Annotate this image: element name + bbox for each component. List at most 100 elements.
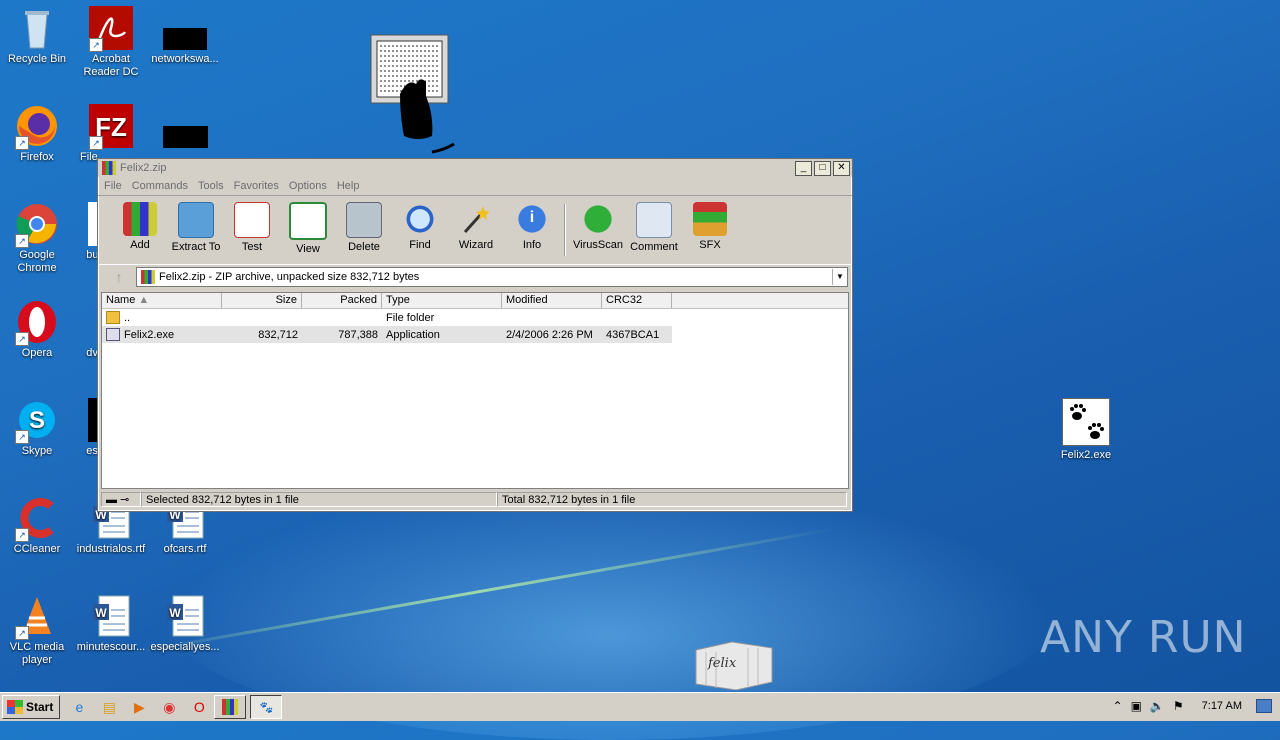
shortcut-arrow-icon: ↗ bbox=[15, 626, 29, 640]
action-center-flag-icon[interactable]: ⚑ bbox=[1173, 699, 1184, 713]
file-list[interactable]: Name ▲ Size Packed Type Modified CRC32 .… bbox=[101, 292, 849, 489]
windows-logo-icon bbox=[7, 700, 23, 714]
toolbar-add-button[interactable]: Add bbox=[112, 200, 168, 251]
column-name[interactable]: Name ▲ bbox=[102, 293, 222, 308]
word-document-icon: W bbox=[163, 594, 207, 638]
add-archive-icon bbox=[123, 202, 157, 236]
toolbar-test-button[interactable]: Test bbox=[224, 200, 280, 253]
column-packed[interactable]: Packed bbox=[302, 293, 382, 308]
file-explorer-icon[interactable]: ▤ bbox=[98, 696, 120, 718]
firefox-icon: ↗ bbox=[15, 104, 59, 150]
menu-favorites[interactable]: Favorites bbox=[234, 180, 279, 192]
magic-wand-icon bbox=[459, 202, 493, 236]
list-item-parent-folder[interactable]: .. File folder bbox=[102, 309, 848, 326]
system-tray: ⌃ ▣ 🔈 ⚑ 7:17 AM bbox=[1105, 695, 1280, 717]
desktop-icon-especiallyes[interactable]: W especiallyes... bbox=[148, 588, 222, 654]
toolbar: Add Extract To Test View Delete Find Wiz… bbox=[98, 195, 852, 265]
taskbar: Start e ▤ ▶ ◉ O 🐾 ⌃ ▣ 🔈 ⚑ 7:17 AM bbox=[0, 692, 1280, 721]
acrobat-icon: ↗ bbox=[89, 6, 133, 52]
window-titlebar[interactable]: Felix2.zip _ □ ✕ bbox=[98, 159, 852, 177]
desktop-icon-filezilla[interactable]: FZ ↗ File bbox=[74, 98, 148, 164]
start-button[interactable]: Start bbox=[2, 695, 61, 719]
shortcut-arrow-icon: ↗ bbox=[89, 38, 103, 52]
status-bar: ▬ ⊸ Selected 832,712 bytes in 1 file Tot… bbox=[101, 492, 847, 509]
paw-prints-icon bbox=[1062, 398, 1110, 446]
list-item-felix2-exe[interactable]: Felix2.exe 832,712 787,388 Application 2… bbox=[102, 326, 672, 343]
desktop-icon-firefox[interactable]: ↗ Firefox bbox=[0, 98, 74, 164]
toolbar-info-button[interactable]: i Info bbox=[504, 200, 560, 251]
media-player-icon[interactable]: ▶ bbox=[128, 696, 150, 718]
desktop-icon-recycle-bin[interactable]: Recycle Bin bbox=[0, 0, 74, 66]
menu-options[interactable]: Options bbox=[289, 180, 327, 192]
desktop-icon-acrobat[interactable]: ↗ Acrobat Reader DC bbox=[74, 0, 148, 79]
taskbar-winrar-button[interactable] bbox=[214, 695, 247, 719]
toolbar-find-button[interactable]: Find bbox=[392, 200, 448, 251]
ccleaner-icon: ↗ bbox=[15, 496, 59, 542]
trash-icon bbox=[346, 202, 382, 238]
opera-icon: ↗ bbox=[15, 300, 59, 346]
desktop-icon-vlc[interactable]: ↗ VLC media player bbox=[0, 588, 74, 667]
tray-expand-icon[interactable]: ⌃ bbox=[1113, 699, 1123, 713]
recycle-bin-icon bbox=[15, 6, 59, 50]
toolbar-wizard-button[interactable]: Wizard bbox=[448, 200, 504, 251]
toolbar-extract-button[interactable]: Extract To bbox=[168, 200, 224, 253]
menu-tools[interactable]: Tools bbox=[198, 180, 224, 192]
desktop-icon-skype[interactable]: S ↗ Skype bbox=[0, 392, 74, 458]
show-desktop-icon[interactable] bbox=[1256, 699, 1272, 713]
list-header: Name ▲ Size Packed Type Modified CRC32 bbox=[102, 293, 848, 309]
chrome-taskbar-icon[interactable]: ◉ bbox=[158, 696, 180, 718]
clipboard-check-icon bbox=[234, 202, 270, 238]
column-modified[interactable]: Modified bbox=[502, 293, 602, 308]
svg-text:W: W bbox=[95, 606, 107, 620]
menu-commands[interactable]: Commands bbox=[132, 180, 188, 192]
magnifier-icon bbox=[403, 202, 437, 236]
shortcut-arrow-icon: ↗ bbox=[15, 528, 29, 542]
redacted-icon bbox=[163, 126, 208, 148]
skype-icon: S ↗ bbox=[15, 398, 59, 444]
anyrun-watermark: ANY RUN bbox=[1040, 612, 1247, 663]
maximize-button[interactable]: □ bbox=[814, 160, 831, 176]
menu-bar: File Commands Tools Favorites Options He… bbox=[98, 177, 852, 195]
menu-help[interactable]: Help bbox=[337, 180, 360, 192]
toolbar-comment-button[interactable]: Comment bbox=[626, 200, 682, 253]
close-button[interactable]: ✕ bbox=[833, 160, 850, 176]
status-selected: Selected 832,712 bytes in 1 file bbox=[141, 492, 497, 507]
desktop-icon-opera[interactable]: ↗ Opera bbox=[0, 294, 74, 360]
network-icon[interactable]: ▣ bbox=[1131, 699, 1142, 713]
word-document-icon: W bbox=[89, 594, 133, 638]
winrar-window[interactable]: Felix2.zip _ □ ✕ File Commands Tools Fav… bbox=[97, 158, 853, 512]
toolbar-view-button[interactable]: View bbox=[280, 200, 336, 255]
felix-cat-screen-decoration bbox=[370, 34, 460, 158]
taskbar-felix-button[interactable]: 🐾 bbox=[250, 695, 283, 719]
chrome-icon: ↗ bbox=[15, 202, 59, 248]
archive-path-combobox[interactable]: Felix2.zip - ZIP archive, unpacked size … bbox=[136, 267, 848, 287]
sfx-box-icon bbox=[693, 202, 727, 236]
volume-icon[interactable]: 🔈 bbox=[1150, 699, 1165, 713]
internet-explorer-icon[interactable]: e bbox=[68, 696, 90, 718]
virus-scan-icon bbox=[581, 202, 615, 236]
desktop-icon-felix2-exe[interactable]: Felix2.exe bbox=[1049, 392, 1123, 462]
menu-file[interactable]: File bbox=[104, 180, 122, 192]
minimize-button[interactable]: _ bbox=[795, 160, 812, 176]
shortcut-arrow-icon: ↗ bbox=[15, 430, 29, 444]
dropdown-arrow-icon[interactable]: ▼ bbox=[832, 269, 847, 285]
desktop-icon-minutescour[interactable]: W minutescour... bbox=[74, 588, 148, 654]
comment-icon bbox=[636, 202, 672, 238]
toolbar-sfx-button[interactable]: SFX bbox=[682, 200, 738, 251]
column-crc32[interactable]: CRC32 bbox=[602, 293, 672, 308]
opera-taskbar-icon[interactable]: O bbox=[188, 696, 210, 718]
desktop-icon-networkswa[interactable]: networkswa... bbox=[148, 0, 222, 66]
shortcut-arrow-icon: ↗ bbox=[15, 136, 29, 150]
column-type[interactable]: Type bbox=[382, 293, 502, 308]
winrar-icon bbox=[102, 161, 116, 175]
desktop-icon-chrome[interactable]: ↗ Google Chrome bbox=[0, 196, 74, 275]
desktop-icon-ccleaner[interactable]: ↗ CCleaner bbox=[0, 490, 74, 556]
toolbar-delete-button[interactable]: Delete bbox=[336, 200, 392, 253]
up-arrow-icon[interactable]: ↑ bbox=[102, 267, 136, 287]
application-icon bbox=[106, 328, 120, 341]
clock[interactable]: 7:17 AM bbox=[1202, 700, 1242, 712]
winrar-icon bbox=[222, 699, 239, 715]
column-size[interactable]: Size bbox=[222, 293, 302, 308]
window-title: Felix2.zip bbox=[120, 162, 167, 174]
toolbar-virusscan-button[interactable]: VirusScan bbox=[570, 200, 626, 251]
